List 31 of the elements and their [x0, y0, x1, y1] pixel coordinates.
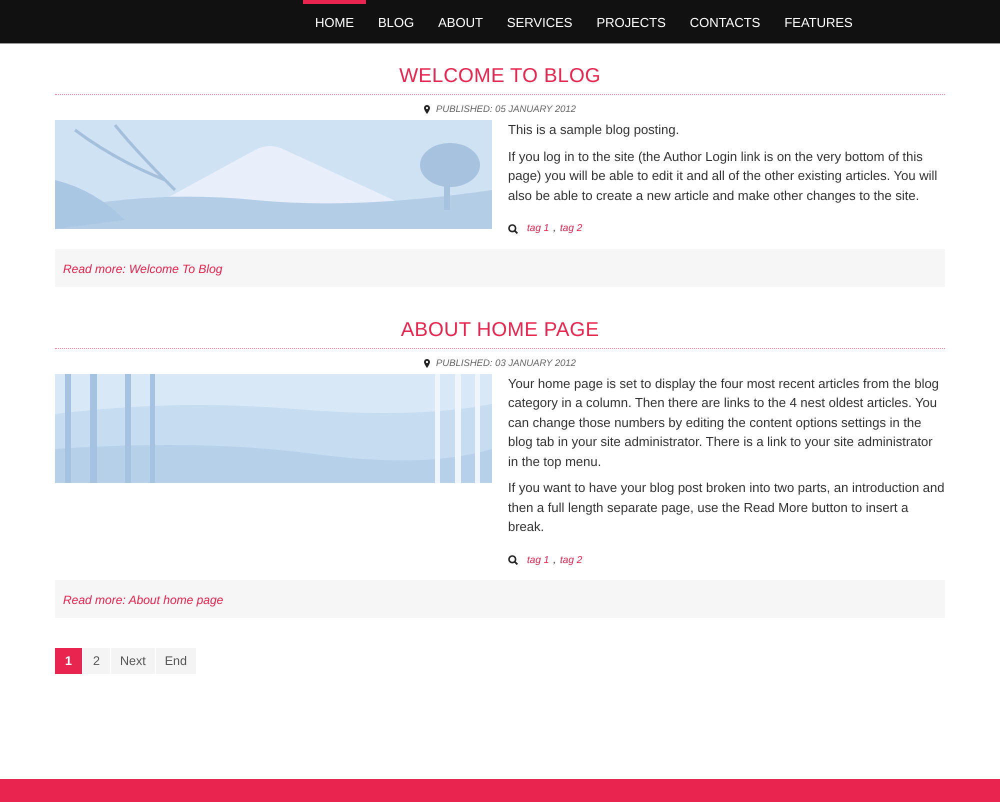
tag-link[interactable]: tag 1 — [527, 219, 550, 238]
nav-link[interactable]: HOME — [303, 0, 366, 43]
article-paragraph: This is a sample blog posting. — [508, 121, 680, 139]
read-more-link[interactable]: Read more: Welcome To Blog — [63, 262, 222, 276]
page-link[interactable]: 1 — [55, 648, 82, 674]
nav-link[interactable]: SERVICES — [494, 0, 584, 43]
tag-link[interactable]: tag 2 — [560, 550, 582, 570]
article-paragraph: If you log in to the site (the Author Login link is on the very bottom of this page) you will be able to edit it and all of the other existing articles. You will also be able to create a new article and make other changes to the site. — [508, 148, 938, 205]
nav-link[interactable]: PROJECTS — [584, 0, 678, 43]
published-date: PUBLISHED: 03 JANUARY 2012 — [436, 358, 576, 368]
nav-link[interactable]: BLOG — [366, 0, 426, 43]
tag-link[interactable]: tag 1 — [527, 550, 550, 570]
read-more-link[interactable]: Read more: About home page — [63, 593, 224, 607]
nav-link[interactable]: ABOUT — [426, 0, 495, 43]
tag-separator: , — [553, 222, 556, 236]
nav-link[interactable]: FEATURES — [772, 0, 865, 43]
tag-link[interactable]: tag 2 — [560, 219, 582, 238]
map-pin-icon — [424, 105, 430, 114]
page-link[interactable]: 2 — [83, 648, 110, 674]
article-title: ABOUT HOME PAGE — [55, 316, 945, 348]
page-link[interactable]: End — [156, 648, 196, 674]
article-title: WELCOME TO BLOG — [55, 63, 945, 95]
page-link[interactable]: Next — [111, 648, 155, 674]
search-icon — [508, 555, 518, 566]
tag-separator: , — [553, 554, 556, 568]
search-icon — [508, 224, 518, 234]
map-pin-icon — [424, 358, 430, 368]
nav-link[interactable]: CONTACTS — [678, 0, 772, 43]
published-date: PUBLISHED: 05 JANUARY 2012 — [436, 104, 576, 115]
article-paragraph: If you want to have your blog post broken into two parts, an introduction and then a full length separate page, use the Read More button to insert a break. — [508, 479, 945, 536]
article-paragraph: Your home page is set to display the four most recent articles from the blog category in a column. Then there are links to the 4 nest oldest articles. You can change those numbers by editing the content options settings in the blog tab in your site administrator. There is a link to your site administrator in the top menu. — [508, 374, 940, 471]
